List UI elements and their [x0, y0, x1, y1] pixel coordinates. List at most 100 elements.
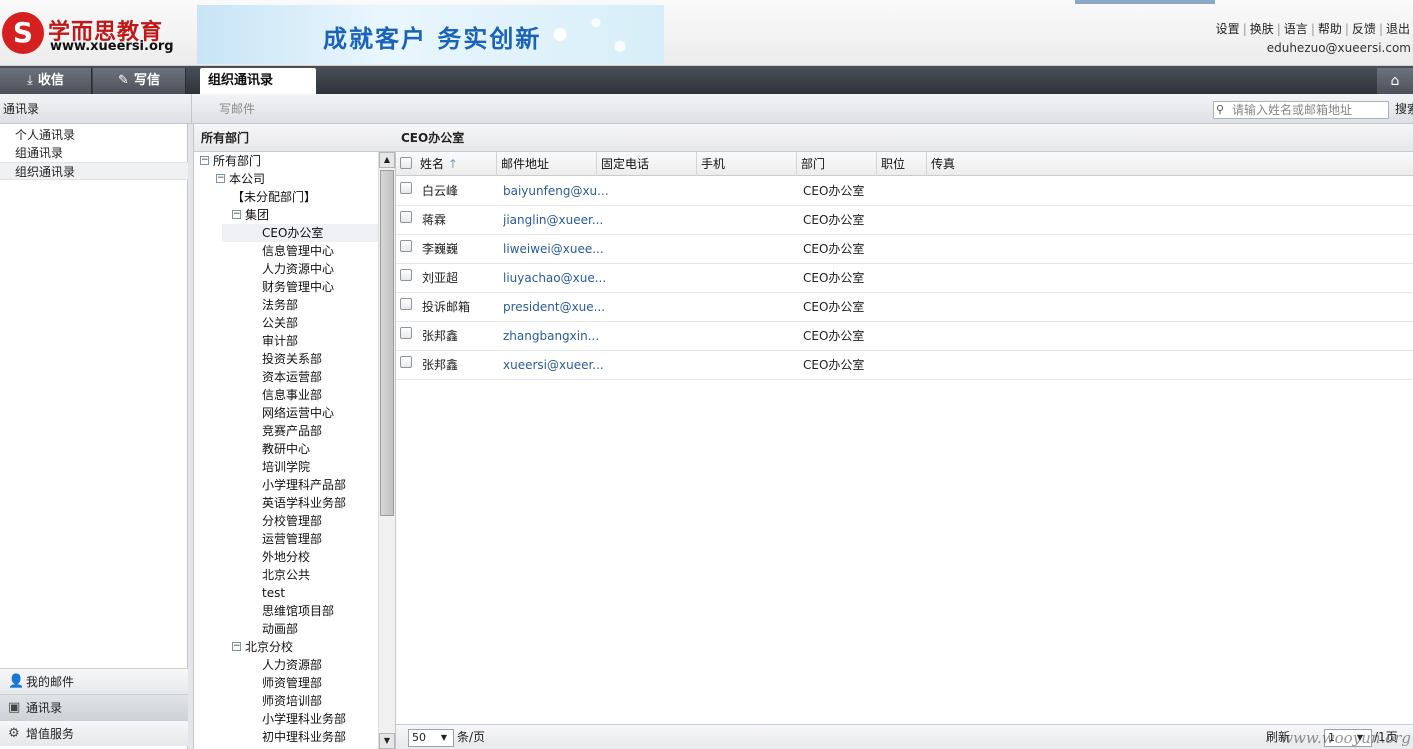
- tree-node[interactable]: 小学理科产品部: [262, 476, 346, 494]
- tree-node-label: 运营管理部: [262, 532, 323, 546]
- row-checkbox[interactable]: [400, 240, 412, 252]
- row-checkbox[interactable]: [400, 356, 412, 368]
- sort-asc-icon: ↑: [447, 157, 458, 171]
- sidebar-bottom-my-mail[interactable]: 👤 我的邮件: [0, 668, 188, 694]
- tree-node[interactable]: 法务部: [262, 296, 298, 314]
- tree-node[interactable]: 分校管理部: [262, 512, 322, 530]
- tree-node[interactable]: 投资关系部: [262, 350, 322, 368]
- table-row[interactable]: 蒋霖 jianglin@xueer... CEO办公室: [396, 206, 1413, 235]
- scroll-thumb[interactable]: [380, 170, 394, 516]
- cell-email[interactable]: jianglin@xueer...: [503, 206, 603, 235]
- column-mobile[interactable]: 手机: [697, 152, 797, 176]
- collapse-icon[interactable]: −: [232, 642, 241, 651]
- tree-node[interactable]: 英语学科业务部: [262, 494, 346, 512]
- tree-node[interactable]: 财务管理中心: [262, 278, 334, 296]
- cell-email[interactable]: baiyunfeng@xu...: [503, 177, 609, 206]
- sidebar-item-group-contacts[interactable]: 组通讯录: [0, 144, 188, 162]
- link-skin[interactable]: 换肤: [1247, 22, 1277, 36]
- search-input[interactable]: 请输入姓名或邮箱地址: [1213, 101, 1389, 119]
- chevron-down-icon[interactable]: ▼: [435, 730, 453, 746]
- column-position[interactable]: 职位: [877, 152, 927, 176]
- cell-email[interactable]: xueersi@xueer...: [503, 351, 604, 380]
- tree-node[interactable]: 师资管理部: [262, 674, 322, 692]
- write-mail-link[interactable]: 写邮件: [219, 94, 255, 124]
- tree-node[interactable]: 人力资源中心: [262, 260, 334, 278]
- tree-node-label: 财务管理中心: [262, 280, 335, 294]
- tree-node[interactable]: 思维馆项目部: [262, 602, 334, 620]
- tree-node[interactable]: 初中理科业务部: [262, 728, 346, 746]
- tree-node[interactable]: 网络运营中心: [262, 404, 334, 422]
- link-language[interactable]: 语言: [1281, 22, 1311, 36]
- tree-node[interactable]: 教研中心: [262, 440, 310, 458]
- tree-node[interactable]: − 本公司: [216, 170, 265, 188]
- home-button[interactable]: ⌂: [1377, 68, 1413, 94]
- scroll-up-icon[interactable]: ▲: [379, 152, 395, 168]
- collapse-icon[interactable]: −: [216, 174, 225, 183]
- sidebar-item-personal-contacts[interactable]: 个人通讯录: [0, 126, 188, 144]
- tree-node-label: 英语学科业务部: [262, 496, 347, 510]
- table-row[interactable]: 投诉邮箱 president@xue... CEO办公室: [396, 293, 1413, 322]
- link-settings[interactable]: 设置: [1213, 22, 1243, 36]
- tree-node[interactable]: 培训学院: [262, 458, 310, 476]
- cell-email[interactable]: liweiwei@xuee...: [503, 235, 604, 264]
- tree-node[interactable]: 信息事业部: [262, 386, 322, 404]
- column-phone[interactable]: 固定电话: [597, 152, 697, 176]
- cell-email[interactable]: liuyachao@xue...: [503, 264, 606, 293]
- column-name[interactable]: 姓名 ↑: [416, 152, 497, 176]
- tree-node[interactable]: 竞赛产品部: [262, 422, 322, 440]
- row-checkbox[interactable]: [400, 182, 412, 194]
- row-checkbox[interactable]: [400, 327, 412, 339]
- tree-node[interactable]: 人力资源部: [262, 656, 322, 674]
- tree-node[interactable]: 动画部: [262, 620, 298, 638]
- column-department[interactable]: 部门: [797, 152, 877, 176]
- cell-email[interactable]: president@xue...: [503, 293, 605, 322]
- search-button[interactable]: 搜索: [1395, 94, 1413, 124]
- link-logout[interactable]: 退出: [1383, 22, 1413, 36]
- table-row[interactable]: 张邦鑫 zhangbangxin... CEO办公室: [396, 322, 1413, 351]
- link-help[interactable]: 帮助: [1315, 22, 1345, 36]
- table-row[interactable]: 白云峰 baiyunfeng@xu... CEO办公室: [396, 177, 1413, 206]
- tree-node-label: 法务部: [262, 298, 299, 312]
- link-feedback[interactable]: 反馈: [1349, 22, 1379, 36]
- tree-node[interactable]: − 所有部门: [200, 152, 261, 170]
- sidebar-bottom-value-added[interactable]: ⚙ 增值服务: [0, 720, 188, 746]
- tree-node-label: 资本运营部: [262, 370, 323, 384]
- table-row[interactable]: 张邦鑫 xueersi@xueer... CEO办公室: [396, 351, 1413, 380]
- table-row[interactable]: 刘亚超 liuyachao@xue... CEO办公室: [396, 264, 1413, 293]
- tree-node[interactable]: − 集团: [232, 206, 269, 224]
- tab-org-contacts[interactable]: 组织通讯录: [200, 68, 316, 94]
- tree-node[interactable]: 信息管理中心: [262, 242, 334, 260]
- scroll-down-icon[interactable]: ▼: [379, 733, 395, 749]
- tree-node[interactable]: 师资培训部: [262, 692, 322, 710]
- tree-node[interactable]: 公关部: [262, 314, 298, 332]
- logo[interactable]: S 学而思教育 www.xueersi.org: [2, 12, 192, 58]
- row-checkbox[interactable]: [400, 269, 412, 281]
- tree-node[interactable]: test: [262, 584, 285, 602]
- toolbar: 通讯录 写邮件 请输入姓名或邮箱地址 ⚲ 搜索: [0, 94, 1413, 124]
- tree-node[interactable]: 运营管理部: [262, 530, 322, 548]
- select-all-checkbox[interactable]: [400, 157, 412, 169]
- tree-node[interactable]: 【未分配部门】: [232, 188, 316, 206]
- collapse-icon[interactable]: −: [232, 210, 241, 219]
- sidebar-item-org-contacts[interactable]: 组织通讯录: [0, 162, 188, 180]
- tree-node[interactable]: 外地分校: [262, 548, 310, 566]
- sidebar-bottom-contacts[interactable]: ▣ 通讯录: [0, 694, 188, 720]
- tree-node[interactable]: 资本运营部: [262, 368, 322, 386]
- tree-node[interactable]: − 北京分校: [232, 638, 293, 656]
- collapse-icon[interactable]: −: [200, 156, 209, 165]
- column-email[interactable]: 邮件地址: [497, 152, 597, 176]
- tree-node[interactable]: 审计部: [262, 332, 298, 350]
- row-checkbox[interactable]: [400, 211, 412, 223]
- tree-node-label: 教研中心: [262, 442, 311, 456]
- table-row[interactable]: 李巍巍 liweiwei@xuee... CEO办公室: [396, 235, 1413, 264]
- cell-email[interactable]: zhangbangxin...: [503, 322, 599, 351]
- tree-node[interactable]: CEO办公室: [222, 224, 378, 242]
- tree-node[interactable]: 北京公共: [262, 566, 310, 584]
- compose-button[interactable]: ✎ 写信: [93, 68, 186, 94]
- column-fax[interactable]: 传真: [927, 152, 1413, 176]
- tree-node[interactable]: 小学理科业务部: [262, 710, 346, 728]
- edit-icon: ✎: [118, 73, 129, 88]
- row-checkbox[interactable]: [400, 298, 412, 310]
- inbox-button[interactable]: ⤓ 收信: [0, 68, 92, 94]
- tree-scrollbar[interactable]: ▲ ▼: [378, 152, 395, 749]
